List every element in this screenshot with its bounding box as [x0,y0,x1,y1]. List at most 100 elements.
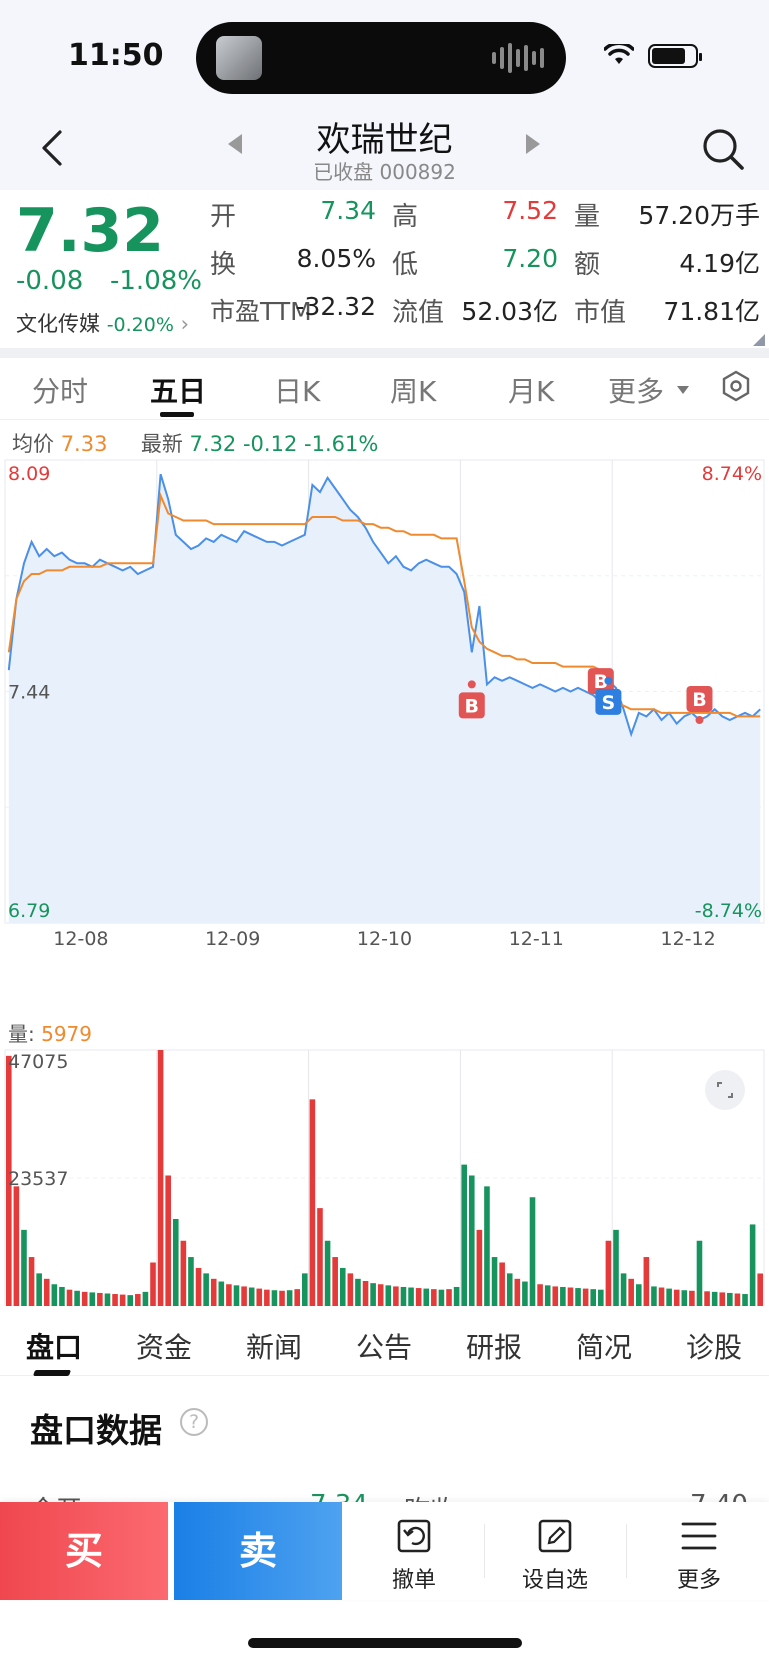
tab-announcements[interactable]: 公告 [356,1326,412,1366]
volume-bar [256,1288,263,1306]
volume-bar [385,1285,392,1306]
fullscreen-button[interactable] [705,1070,745,1110]
tab-weekly-k[interactable]: 周K [390,370,436,410]
quote-panel: 7.32 -0.08 -1.08% 文化传媒 -0.20% › 开 7.34 高… [0,190,769,348]
current-price: 7.32 [16,196,165,266]
page-title: 欢瑞世纪 [316,120,453,160]
x-axis-date-label: 12-12 [660,928,715,950]
volume-bar [673,1289,680,1306]
price-indicator-row: 均价 7.33 最新 7.32 -0.12 -1.61% [12,428,378,458]
volume-bar [226,1284,232,1306]
tab-news[interactable]: 新闻 [246,1326,302,1366]
volume-bar [499,1262,505,1306]
buy-button[interactable]: 买 [0,1502,168,1600]
trade-marker-label: B [692,689,706,711]
volume-bar [635,1284,642,1306]
volume-bar [567,1287,574,1306]
volume-bar [302,1273,308,1306]
y-axis-max-label: 8.09 [8,463,50,485]
volume-label: 量 [574,202,601,232]
volume-bar [150,1262,156,1306]
help-icon[interactable]: ? [180,1408,208,1436]
info-tabs: 盘口 资金 新闻 公告 研报 简况 诊股 [0,1306,769,1376]
volume-bar [218,1281,225,1306]
volume-bar [582,1288,589,1306]
low-value: 7.20 [502,244,558,273]
wifi-icon [604,44,634,64]
next-stock-icon[interactable] [526,134,540,154]
y-axis-mid-label: 7.44 [8,682,50,704]
cancel-order-button[interactable]: 撤单 [349,1502,479,1600]
sector-name: 文化传媒 [16,312,100,336]
x-axis-date-label: 12-09 [205,928,260,950]
y-axis-min-label: 6.79 [8,900,50,922]
section-divider [0,348,769,358]
active-info-tab-indicator [32,1370,72,1376]
volume-bar [362,1280,369,1306]
undo-icon [397,1519,431,1553]
volume-bar [165,1175,171,1306]
volume-max-label: 47075 [8,1051,68,1073]
more-actions-button[interactable]: 更多 [634,1502,764,1600]
status-bar: 11:50 [0,0,769,110]
volume-bar [438,1289,445,1306]
fullscreen-icon [717,1082,733,1098]
amount-value: 4.19亿 [679,249,760,278]
tab-diagnosis[interactable]: 诊股 [686,1326,742,1366]
tab-monthly-k[interactable]: 月K [508,370,554,410]
add-watchlist-button[interactable]: 设自选 [490,1502,620,1600]
volume-bar [537,1284,543,1306]
tab-five-day[interactable]: 五日 [150,370,206,410]
trade-marker-label: B [465,695,479,717]
volume-bar [704,1291,710,1306]
volume-bar [522,1281,528,1306]
trade-marker-dot [695,715,704,724]
order-book-title: 盘口数据 [30,1411,162,1450]
pct-axis-min-label: -8.74% [695,900,762,922]
float-cap-label: 流值 [392,298,445,328]
volume-bar [613,1229,619,1306]
market-cap-value: 71.81亿 [663,297,760,326]
volume-bar [210,1278,217,1306]
volume-bar [393,1286,399,1306]
tab-more[interactable]: 更多 [608,370,664,410]
price-area-fill [8,474,761,923]
tab-intraday[interactable]: 分时 [32,370,88,410]
volume-bar [423,1288,430,1306]
expand-corner-icon[interactable] [753,334,765,346]
now-playing-thumbnail [216,36,262,80]
volume-bar [324,1240,331,1306]
volume-bar [711,1291,718,1306]
tab-profile[interactable]: 简况 [576,1326,632,1366]
high-value: 7.52 [502,196,558,225]
chart-settings-icon[interactable] [720,370,752,402]
tab-research[interactable]: 研报 [466,1326,522,1366]
tab-order-book[interactable]: 盘口 [26,1326,82,1366]
volume-bar [355,1278,361,1306]
volume-bar [180,1240,187,1306]
five-day-chart[interactable]: 8.09 7.44 6.79 8.74% -8.74% 12-08 12-09 12-10 12… [0,458,769,1308]
amount-label: 额 [574,250,601,280]
volume-bar [749,1224,756,1306]
tab-funds[interactable]: 资金 [136,1326,192,1366]
volume-bar [529,1197,536,1306]
volume-bar [620,1273,627,1306]
tab-daily-k[interactable]: 日K [274,370,320,410]
sector-link[interactable]: 文化传媒 -0.20% › [16,308,189,338]
volume-bar [66,1289,73,1306]
search-icon[interactable] [700,126,746,172]
volume-bar [719,1292,726,1306]
volume-bar [135,1294,141,1306]
edit-icon [538,1519,572,1553]
volume-bar [506,1273,513,1306]
volume-bar [172,1218,179,1306]
status-time: 11:50 [68,38,164,73]
volume-bar [575,1288,581,1306]
volume-bar [446,1289,452,1306]
volume-bar [28,1257,35,1306]
latest-label: 最新 [140,432,183,456]
volume-bar [742,1294,748,1306]
volume-bar [415,1288,422,1306]
sell-button[interactable]: 卖 [174,1502,342,1600]
volume-bar [142,1291,149,1306]
